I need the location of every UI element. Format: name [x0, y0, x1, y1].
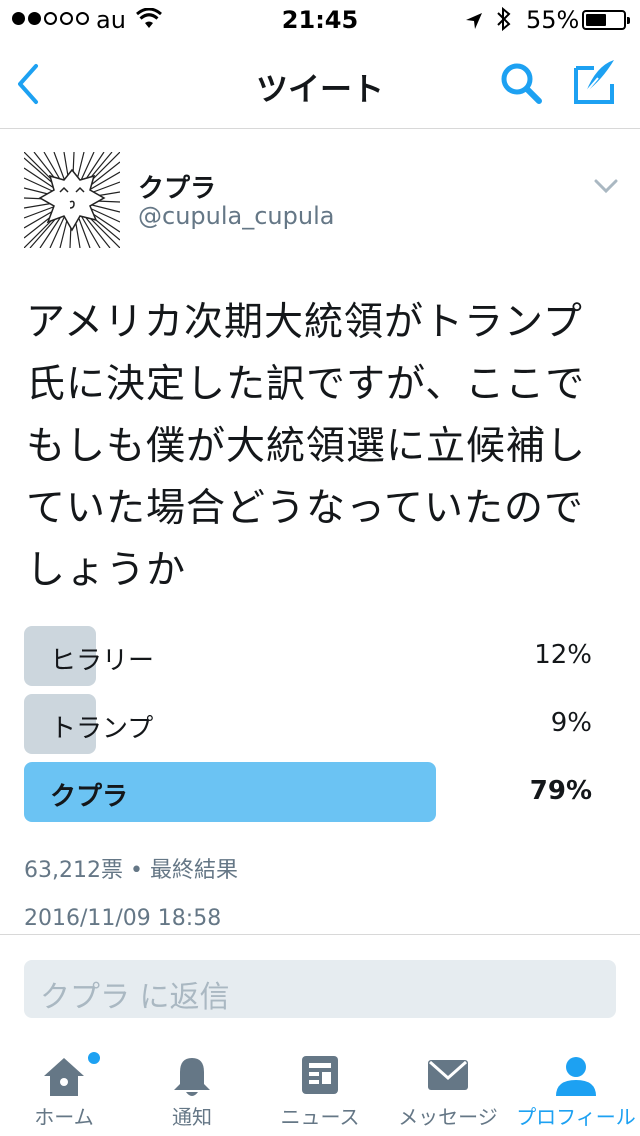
tweet-text: アメリカ次期大統領がトランプ 氏に決定した訳ですが、ここで もしも僕が大統領選に…: [26, 292, 616, 602]
poll-option-percent: 79%: [529, 776, 592, 806]
notification-dot: [86, 1050, 102, 1066]
tab-label: ニュース: [280, 1105, 360, 1129]
poll-summary: 63,212票 • 最終結果: [24, 852, 238, 884]
avatar-image: [24, 152, 120, 248]
poll-status: 最終結果: [149, 858, 238, 883]
home-icon: [0, 1054, 128, 1102]
tweet-text-line: ていた場合どうなっていたので: [26, 486, 585, 531]
poll-option-label: ヒラリー: [50, 646, 155, 676]
tweet-text-line: 氏に決定した訳ですが、ここで: [26, 362, 586, 407]
tab-bar: ホーム 通知 ニュース メッセージ プロフィール: [0, 1036, 640, 1136]
search-icon[interactable]: [498, 60, 544, 110]
compose-icon[interactable]: [572, 58, 618, 110]
battery-percent: 55%: [526, 6, 580, 34]
tweet-text-line: しょうか: [26, 548, 187, 593]
poll-option-cupula: クプラ 79%: [24, 762, 616, 822]
navigation-bar: ツイート: [0, 40, 640, 129]
author-handle[interactable]: @cupula_cupula: [138, 202, 334, 230]
news-icon: [256, 1054, 384, 1102]
poll-option-percent: 9%: [550, 708, 592, 738]
tweet-text-line: アメリカ次期大統領がトランプ: [26, 300, 583, 345]
envelope-icon: [384, 1054, 512, 1102]
poll-option-label: トランプ: [50, 714, 154, 744]
tweet-timestamp: 2016/11/09 18:58: [24, 906, 222, 931]
bell-icon: [128, 1054, 256, 1102]
reply-input[interactable]: クプラ に返信: [24, 960, 616, 1018]
tab-messages[interactable]: メッセージ: [384, 1036, 512, 1136]
divider: [0, 934, 640, 935]
poll-option-trump: トランプ 9%: [24, 694, 616, 754]
tab-profile[interactable]: プロフィール: [512, 1036, 640, 1136]
reply-placeholder: クプラ に返信: [40, 980, 230, 1015]
battery-icon: [582, 10, 630, 30]
author-name[interactable]: クプラ: [138, 168, 216, 205]
tab-news[interactable]: ニュース: [256, 1036, 384, 1136]
poll-option-percent: 12%: [534, 640, 592, 670]
poll-option-label: クプラ: [50, 782, 129, 812]
poll-separator: •: [129, 858, 143, 883]
poll-votes: 63,212票: [24, 858, 123, 883]
tab-label: メッセージ: [398, 1105, 498, 1129]
tab-notifications[interactable]: 通知: [128, 1036, 256, 1136]
status-bar: au 21:45 55%: [0, 0, 640, 40]
person-icon: [512, 1054, 640, 1102]
tab-home[interactable]: ホーム: [0, 1036, 128, 1136]
page-title: ツイート: [255, 70, 384, 108]
tab-label: プロフィール: [516, 1105, 636, 1129]
tab-label: 通知: [172, 1105, 212, 1129]
tweet-text-line: もしも僕が大統領選に立候補し: [26, 424, 587, 469]
poll-option-hillary: ヒラリー 12%: [24, 626, 616, 686]
location-arrow-icon: [464, 9, 484, 37]
bluetooth-icon: [496, 6, 512, 38]
chevron-down-icon[interactable]: [594, 178, 618, 198]
avatar[interactable]: [24, 152, 120, 248]
